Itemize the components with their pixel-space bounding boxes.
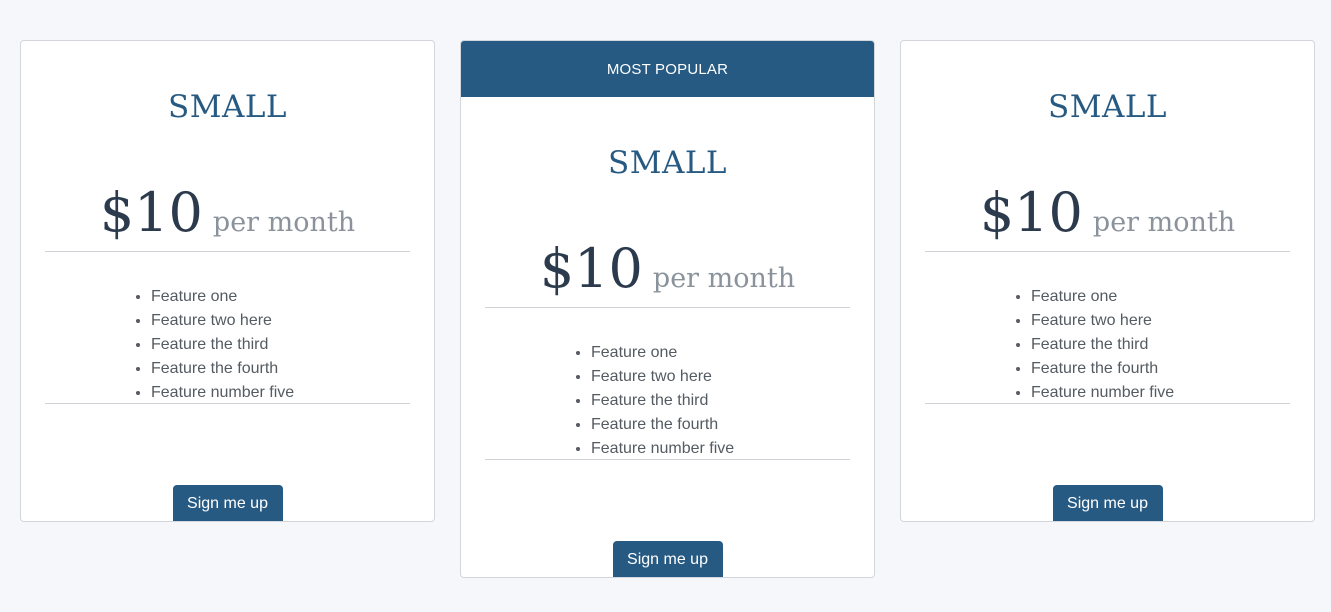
plan-title: SMALL (1047, 89, 1168, 125)
feature-item: Feature the fourth (591, 413, 850, 437)
plan-price: $10 (99, 181, 203, 244)
card-body: SMALL $10 per month Feature one Feature t… (461, 97, 874, 577)
plan-period: per month (1092, 207, 1236, 238)
feature-item: Feature one (591, 341, 850, 365)
feature-item: Feature the fourth (1031, 357, 1290, 381)
feature-item: Feature number five (151, 381, 410, 405)
price-row: $10 per month (925, 175, 1290, 252)
feature-item: Feature two here (151, 309, 410, 333)
feature-item: Feature the fourth (151, 357, 410, 381)
plan-price: $10 (539, 237, 643, 300)
plan-period: per month (212, 207, 356, 238)
card-body: SMALL $10 per month Feature one Feature t… (21, 41, 434, 521)
feature-item: Feature number five (591, 437, 850, 461)
plan-title: SMALL (167, 89, 288, 125)
plan-title: SMALL (607, 145, 728, 181)
sign-up-button[interactable]: Sign me up (172, 485, 283, 521)
feature-item: Feature two here (591, 365, 850, 389)
feature-list: Feature one Feature two here Feature the… (485, 341, 850, 460)
feature-item: Feature one (151, 285, 410, 309)
feature-item: Feature one (1031, 285, 1290, 309)
pricing-card-featured: MOST POPULAR SMALL $10 per month Feature … (460, 40, 875, 578)
feature-item: Feature the third (591, 389, 850, 413)
feature-list: Feature one Feature two here Feature the… (925, 285, 1290, 404)
price-row: $10 per month (45, 175, 410, 252)
feature-list: Feature one Feature two here Feature the… (45, 285, 410, 404)
pricing-card: SMALL $10 per month Feature one Feature t… (20, 40, 435, 522)
plan-period: per month (652, 263, 796, 294)
pricing-card: SMALL $10 per month Feature one Feature t… (900, 40, 1315, 522)
sign-up-button[interactable]: Sign me up (1052, 485, 1163, 521)
card-body: SMALL $10 per month Feature one Feature t… (901, 41, 1314, 521)
most-popular-badge: MOST POPULAR (461, 41, 874, 97)
sign-up-button[interactable]: Sign me up (612, 541, 723, 577)
price-row: $10 per month (485, 231, 850, 308)
feature-item: Feature number five (1031, 381, 1290, 405)
plan-price: $10 (979, 181, 1083, 244)
feature-item: Feature the third (151, 333, 410, 357)
feature-item: Feature two here (1031, 309, 1290, 333)
feature-item: Feature the third (1031, 333, 1290, 357)
